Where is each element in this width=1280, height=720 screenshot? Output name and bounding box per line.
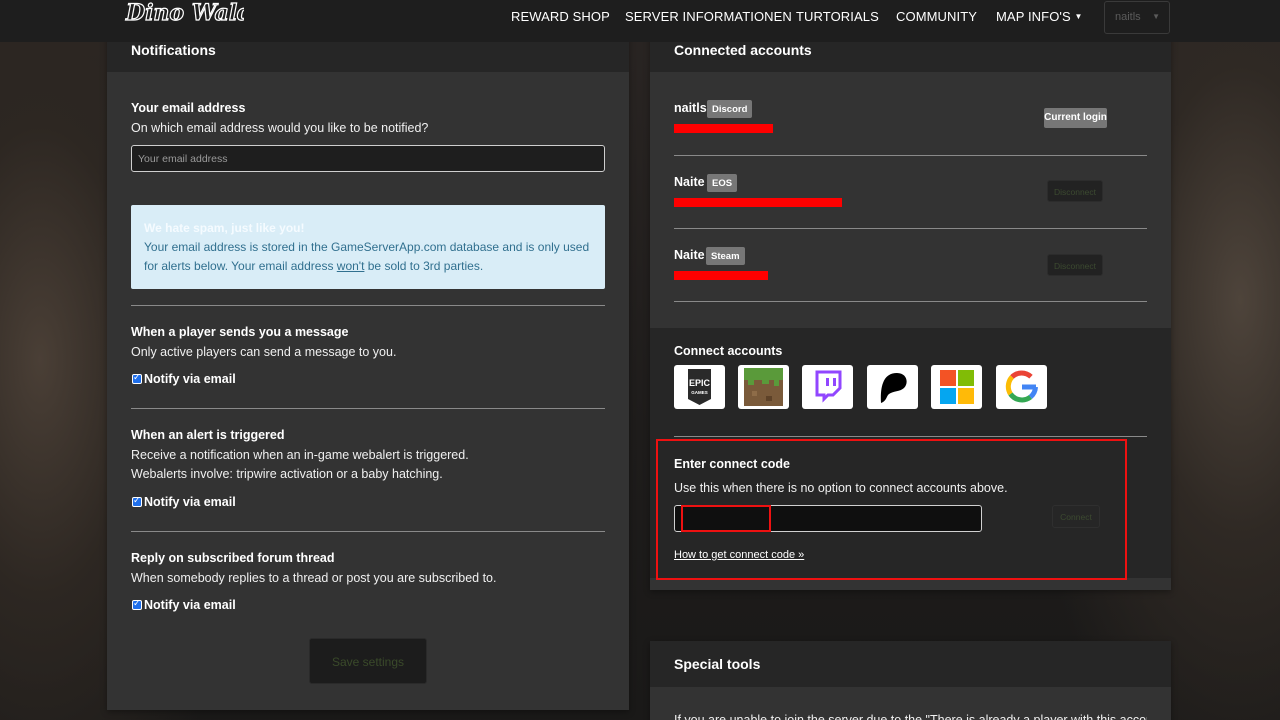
caret-down-icon: ▼ [1074, 12, 1083, 21]
alert-line-2-post: be sold to 3rd parties. [364, 259, 484, 273]
top-navbar: Dino Wald REWARD SHOP SERVER INFORMATION… [0, 0, 1280, 42]
connect-button[interactable]: Connect [1052, 505, 1100, 528]
section-alert-desc-1: Receive a notification when an in-game w… [131, 448, 469, 462]
save-settings-button[interactable]: Save settings [309, 638, 427, 684]
special-tools-panel [650, 641, 1171, 720]
redacted-info [674, 198, 842, 207]
user-dropdown[interactable]: naitls ▼ [1104, 1, 1170, 34]
check-icon: ✓ [133, 495, 141, 505]
divider [131, 408, 605, 409]
section-message-desc: Only active players can send a message t… [131, 345, 397, 359]
divider [674, 228, 1147, 229]
svg-text:Dino Wald: Dino Wald [125, 0, 244, 26]
site-logo[interactable]: Dino Wald [124, 0, 253, 30]
spam-info-alert: We hate spam, just like you! Your email … [131, 205, 605, 289]
section-alert-title: When an alert is triggered [131, 428, 285, 442]
notify-alert-label[interactable]: Notify via email [144, 495, 236, 509]
connect-code-title: Enter connect code [674, 457, 790, 471]
connect-code-highlight-inner [681, 505, 771, 532]
caret-down-icon: ▼ [1152, 12, 1160, 21]
email-help: On which email address would you like to… [131, 121, 429, 135]
steam-badge: Steam [706, 247, 745, 265]
special-tools-title: Special tools [674, 656, 761, 672]
alert-line-2-pre: for alerts below. Your email address [144, 259, 337, 273]
nav-map-infos[interactable]: MAP INFO'S ▼ [996, 9, 1083, 24]
notify-message-label[interactable]: Notify via email [144, 372, 236, 386]
nav-tutorials[interactable]: TURTORIALS [796, 9, 879, 24]
nav-community[interactable]: COMMUNITY [896, 9, 977, 24]
nav-reward-shop[interactable]: REWARD SHOP [511, 9, 610, 24]
redacted-info [674, 271, 768, 280]
disconnect-eos-button[interactable]: Disconnect [1047, 180, 1103, 202]
account-name: Naite [674, 248, 705, 262]
section-alert-desc-2: Webalerts involve: tripwire activation o… [131, 467, 443, 481]
alert-line-1: Your email address is stored in the Game… [144, 240, 590, 254]
divider [674, 301, 1147, 302]
nav-map-infos-label: MAP INFO'S [996, 9, 1071, 24]
email-input[interactable]: Your email address [131, 145, 605, 172]
check-icon: ✓ [133, 598, 141, 608]
account-name: Naite [674, 175, 705, 189]
special-tools-text: If you are unable to join the server due… [674, 713, 1147, 720]
patreon-icon[interactable] [867, 365, 918, 409]
email-label: Your email address [131, 101, 246, 115]
section-forum-desc: When somebody replies to a thread or pos… [131, 571, 497, 585]
connected-accounts-title: Connected accounts [674, 42, 812, 58]
how-to-get-code-link[interactable]: How to get connect code » [674, 549, 804, 561]
minecraft-icon[interactable] [738, 365, 789, 409]
account-name: naitls [674, 101, 707, 115]
email-placeholder: Your email address [138, 153, 228, 165]
alert-underlined: won't [336, 259, 365, 273]
connect-code-help: Use this when there is no option to conn… [674, 481, 1008, 495]
user-name: naitls [1115, 11, 1141, 23]
notify-forum-checkbox[interactable]: ✓ [132, 598, 142, 610]
alert-title: We hate spam, just like you! [144, 221, 305, 235]
section-message-title: When a player sends you a message [131, 325, 349, 339]
epic-games-icon[interactable]: EPIC GAMES [674, 365, 725, 409]
notify-forum-label[interactable]: Notify via email [144, 598, 236, 612]
microsoft-icon[interactable] [931, 365, 982, 409]
divider [131, 531, 605, 532]
twitch-icon[interactable] [802, 365, 853, 409]
divider [131, 305, 605, 306]
eos-badge: EOS [707, 174, 738, 192]
notifications-title: Notifications [131, 42, 216, 58]
divider [674, 155, 1147, 156]
disconnect-steam-button[interactable]: Disconnect [1047, 254, 1103, 276]
alert-line-2: for alerts below. Your email address won… [144, 259, 483, 273]
svg-text:GAMES: GAMES [691, 390, 708, 395]
svg-text:EPIC: EPIC [689, 378, 711, 388]
connect-accounts-title: Connect accounts [674, 344, 783, 358]
nav-server-informationen[interactable]: SERVER INFORMATIONEN [625, 9, 792, 24]
section-forum-title: Reply on subscribed forum thread [131, 551, 335, 565]
check-icon: ✓ [133, 372, 141, 382]
notify-message-checkbox[interactable]: ✓ [132, 372, 142, 384]
redacted-info [674, 124, 773, 133]
notify-alert-checkbox[interactable]: ✓ [132, 495, 142, 507]
google-icon[interactable] [996, 365, 1047, 409]
discord-badge: Discord [707, 100, 753, 118]
divider [674, 436, 1147, 437]
current-login-badge: Current login [1044, 108, 1107, 128]
